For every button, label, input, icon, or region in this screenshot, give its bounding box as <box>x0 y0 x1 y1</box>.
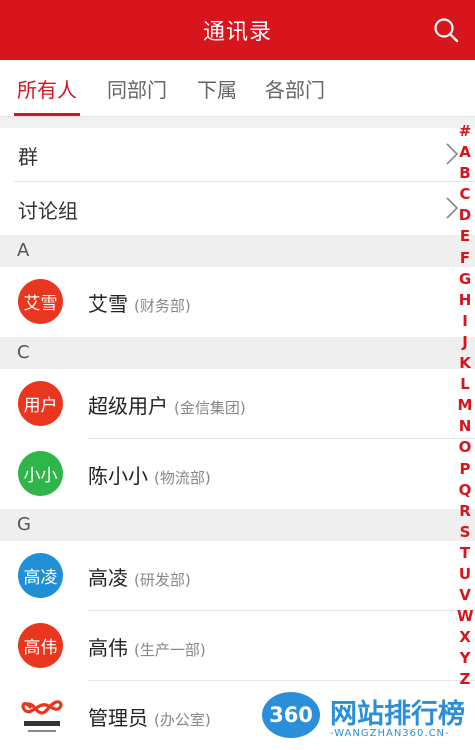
contacts-screen: 通讯录 所有人 同部门 下属 各部门 群 讨论组 A 艾雪 艾雪 (财务部) C… <box>0 0 475 750</box>
contact-name-text: 高凌 <box>88 566 128 590</box>
contact-row[interactable]: 小小 陈小小 (物流部) <box>0 439 475 508</box>
contact-department: (财务部) <box>134 297 191 315</box>
filter-tabs: 所有人 同部门 下属 各部门 <box>0 60 475 117</box>
tab-same-department[interactable]: 同部门 <box>107 74 167 103</box>
index-letter[interactable]: P <box>457 459 473 480</box>
index-letter[interactable]: K <box>457 353 473 374</box>
tab-all-departments[interactable]: 各部门 <box>265 74 325 103</box>
index-letter[interactable]: Z <box>457 669 473 690</box>
index-letter[interactable]: G <box>457 269 473 290</box>
index-letter[interactable]: V <box>457 585 473 606</box>
avatar: 小小 <box>18 451 63 496</box>
group-chats-label: 群 <box>18 145 38 169</box>
discussion-groups-label: 讨论组 <box>18 199 78 223</box>
contact-row[interactable]: 用户 超级用户 (金信集团) <box>0 369 475 438</box>
contact-row[interactable]: 艾雪 艾雪 (财务部) <box>0 267 475 336</box>
avatar: 高伟 <box>18 623 63 668</box>
contact-row[interactable]: 高凌 高凌 (研发部) <box>0 541 475 610</box>
section-header-g: G <box>0 509 475 541</box>
index-letter[interactable]: R <box>457 501 473 522</box>
contact-department: (生产一部) <box>134 641 206 659</box>
watermark-badge: 360 <box>262 692 320 738</box>
index-letter[interactable]: Q <box>457 480 473 501</box>
avatar: 高凌 <box>18 553 63 598</box>
section-letter: G <box>17 514 31 535</box>
contact-name-text: 陈小小 <box>88 464 148 488</box>
index-letter[interactable]: O <box>457 437 473 458</box>
index-letter[interactable]: F <box>457 248 473 269</box>
contact-name-text: 高伟 <box>88 636 128 660</box>
index-letter[interactable]: I <box>457 311 473 332</box>
index-letter[interactable]: B <box>457 163 473 184</box>
index-letter[interactable]: X <box>457 627 473 648</box>
index-letter[interactable]: D <box>457 205 473 226</box>
index-letter[interactable]: U <box>457 564 473 585</box>
company-logo-icon <box>21 700 63 732</box>
contact-name-text: 艾雪 <box>88 292 128 316</box>
tab-subordinates[interactable]: 下属 <box>197 74 237 103</box>
section-letter: C <box>17 342 30 363</box>
contact-name: 超级用户 (金信集团) <box>88 390 246 419</box>
discussion-groups-row[interactable]: 讨论组 <box>0 182 475 235</box>
index-letter[interactable]: # <box>457 121 473 142</box>
tab-all-people[interactable]: 所有人 <box>17 74 77 103</box>
active-tab-indicator <box>14 113 80 116</box>
alphabet-index-bar[interactable]: # A B C D E F G H I J K L M N O P Q R S T U V W X Y Z <box>457 121 474 691</box>
index-letter[interactable]: J <box>457 332 473 353</box>
index-letter[interactable]: A <box>457 142 473 163</box>
index-letter[interactable]: M <box>457 395 473 416</box>
section-letter: A <box>17 240 30 261</box>
section-header-c: C <box>0 337 475 369</box>
watermark-title: 网站排行榜 <box>330 699 465 730</box>
page-title: 通讯录 <box>202 20 272 45</box>
contact-name: 艾雪 (财务部) <box>88 288 191 317</box>
index-letter[interactable]: S <box>457 522 473 543</box>
avatar: 艾雪 <box>18 279 63 324</box>
index-letter[interactable]: T <box>457 543 473 564</box>
watermark: 360 网站排行榜 -WANGZHAN360.CN- <box>262 690 472 746</box>
contact-name-text: 超级用户 <box>88 394 168 418</box>
contact-department: (物流部) <box>154 469 211 487</box>
index-letter[interactable]: C <box>457 184 473 205</box>
index-letter[interactable]: N <box>457 416 473 437</box>
contact-department: (研发部) <box>134 571 191 589</box>
index-letter[interactable]: W <box>457 606 474 627</box>
section-header-a: A <box>0 235 475 267</box>
avatar: 用户 <box>18 381 63 426</box>
group-chats-row[interactable]: 群 <box>0 128 475 181</box>
watermark-subtitle: -WANGZHAN360.CN- <box>330 728 450 739</box>
contact-name: 高伟 (生产一部) <box>88 632 206 661</box>
contact-name: 陈小小 (物流部) <box>88 460 211 489</box>
separator-band <box>0 117 475 128</box>
contact-name: 高凌 (研发部) <box>88 562 191 591</box>
index-letter[interactable]: L <box>457 374 473 395</box>
contact-department: (办公室) <box>154 711 211 729</box>
contact-department: (金信集团) <box>174 399 246 417</box>
index-letter[interactable]: Y <box>457 648 473 669</box>
contact-name: 管理员 (办公室) <box>88 702 211 731</box>
title-bar: 通讯录 <box>0 0 475 60</box>
search-icon[interactable] <box>431 15 461 45</box>
contact-name-text: 管理员 <box>88 706 148 730</box>
index-letter[interactable]: H <box>457 290 473 311</box>
index-letter[interactable]: E <box>457 226 473 247</box>
contact-row[interactable]: 高伟 高伟 (生产一部) <box>0 611 475 680</box>
